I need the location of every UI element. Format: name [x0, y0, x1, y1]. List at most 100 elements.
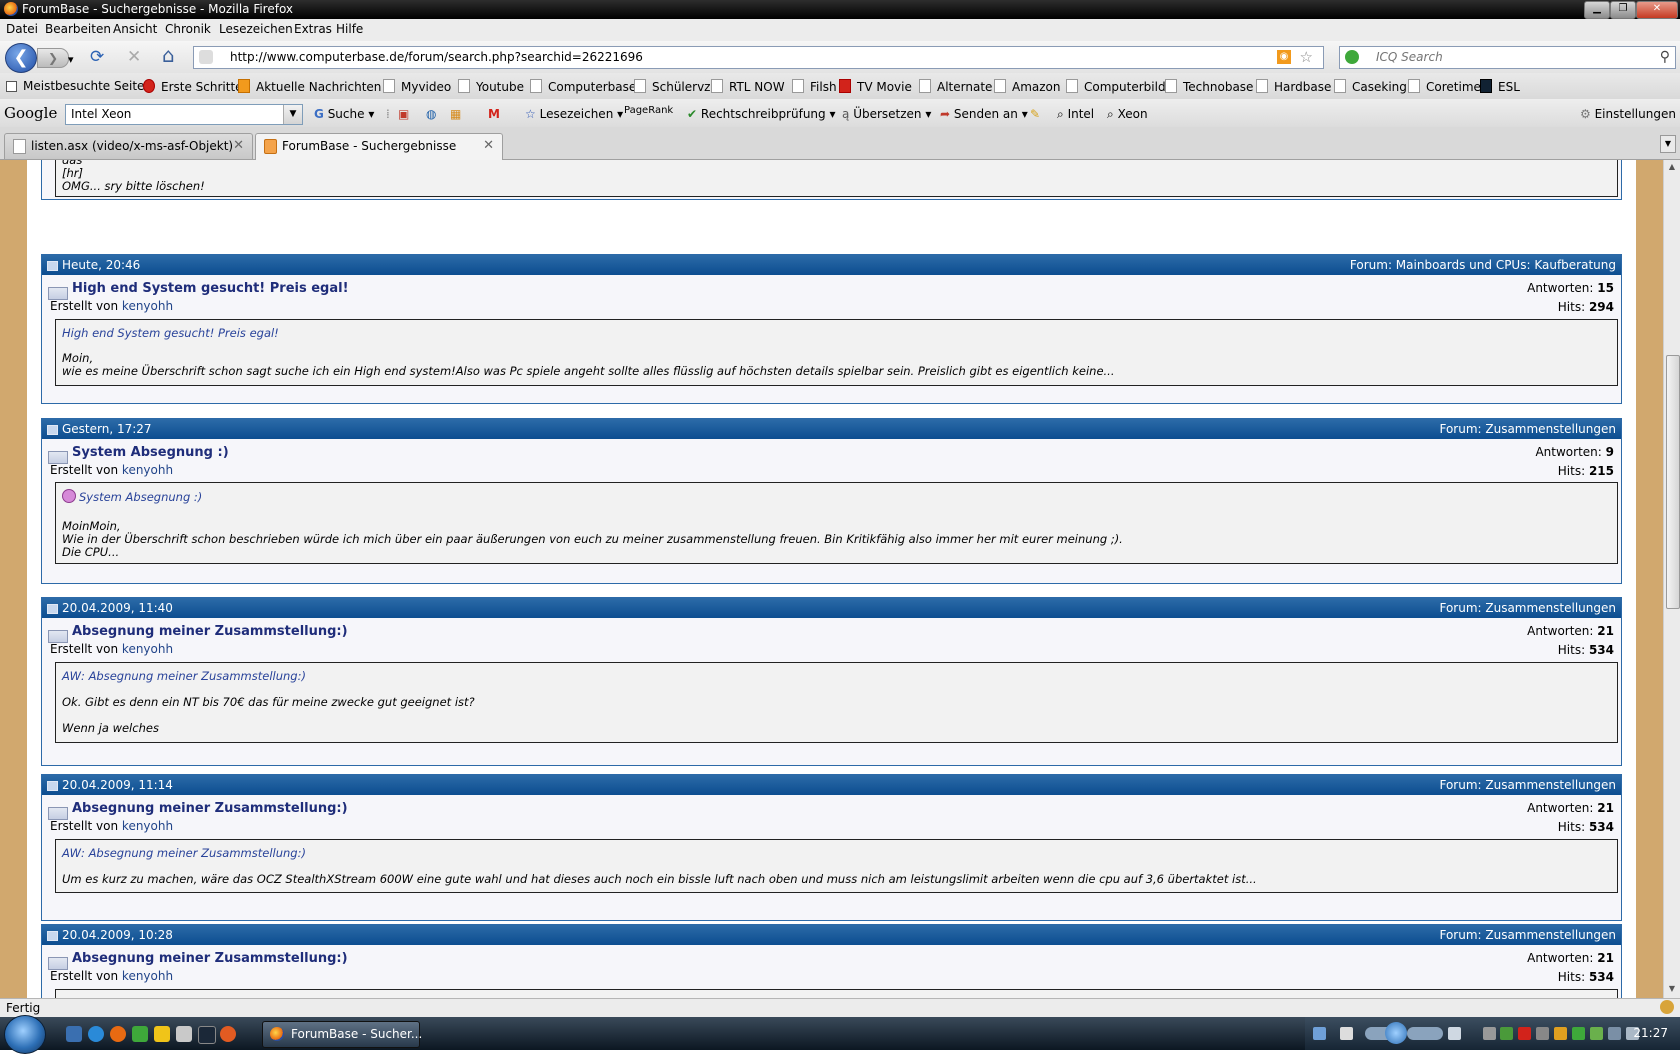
search-box[interactable]: ⚲ [1339, 46, 1676, 69]
show-desktop-icon[interactable] [66, 1026, 82, 1042]
translate-button[interactable]: ą Übersetzen ▾ [842, 107, 931, 121]
author-link[interactable]: kenyohh [122, 299, 173, 313]
tray-icon[interactable] [1500, 1027, 1513, 1040]
app-icon[interactable] [220, 1026, 236, 1042]
tab-forumbase[interactable]: ForumBase - Suchergebnisse ✕ [255, 133, 503, 160]
bookmark-item[interactable]: Filsh [792, 79, 837, 94]
bookmark-item[interactable]: Computerbase [530, 79, 636, 94]
post-forum-link[interactable]: Forum: Zusammenstellungen [1439, 928, 1616, 942]
steam-icon[interactable] [198, 1026, 216, 1044]
icq-icon[interactable] [132, 1026, 148, 1042]
menu-lesezeichen[interactable]: Lesezeichen [219, 22, 293, 36]
reload-icon[interactable]: ⟳ [90, 48, 104, 66]
tab-listen-asx[interactable]: listen.asx (video/x-ms-asf-Objekt) ✕ [4, 133, 253, 159]
tab-list-dropdown-icon[interactable]: ▼ [1660, 135, 1676, 153]
menu-extras[interactable]: Extras [294, 22, 332, 36]
bookmark-star-icon[interactable]: ☆ [1300, 48, 1313, 66]
bookmark-item[interactable]: TV Movie [839, 79, 912, 94]
bookmark-item[interactable]: RTL NOW [711, 79, 785, 94]
google-search-input[interactable] [71, 106, 271, 122]
send-to-button[interactable]: ➦ Senden an ▾ [940, 107, 1028, 121]
google-search-box[interactable]: ▼ [65, 104, 303, 125]
author-link[interactable]: kenyohh [122, 969, 173, 983]
thread-title-link[interactable]: Absegnung meiner Zusammstellung:) [72, 624, 348, 639]
menu-chronik[interactable]: Chronik [165, 22, 211, 36]
icq-tray-icon[interactable] [1572, 1027, 1585, 1040]
stop-icon[interactable]: ✕ [127, 48, 141, 66]
post-forum-link[interactable]: Forum: Zusammenstellungen [1439, 422, 1616, 436]
search-input[interactable] [1376, 49, 1636, 64]
media-control-icon[interactable] [1313, 1027, 1326, 1040]
thread-title-link[interactable]: System Absegnung :) [72, 445, 229, 460]
scrollbar-thumb[interactable] [1666, 355, 1680, 609]
close-tab-icon[interactable]: ✕ [483, 138, 494, 153]
tray-icon[interactable] [1536, 1027, 1549, 1040]
bookmark-item[interactable]: Meistbesuchte Seiten [6, 79, 152, 93]
bookmark-item[interactable]: Amazon [994, 79, 1061, 94]
highlighter-icon[interactable]: ✎ [1030, 107, 1040, 121]
volume-icon[interactable] [1448, 1027, 1461, 1040]
menu-datei[interactable]: Datei [6, 22, 38, 36]
bookmark-item[interactable]: Computerbild [1066, 79, 1166, 94]
bookmark-item[interactable]: Erste Schritte [143, 79, 243, 94]
chevron-down-icon[interactable]: ▼ [283, 105, 302, 124]
addon-status-icon[interactable] [1660, 1000, 1674, 1014]
scroll-up-icon[interactable]: ▲ [1666, 162, 1678, 174]
network-icon[interactable] [1590, 1027, 1603, 1040]
tray-icon[interactable] [1554, 1027, 1567, 1040]
close-button[interactable]: ✕ [1636, 1, 1678, 19]
google-search-button[interactable]: G Suche ▾ [314, 107, 374, 121]
search-term-intel[interactable]: ⌕ Intel [1057, 107, 1094, 122]
author-link[interactable]: kenyohh [122, 642, 173, 656]
bookmark-item[interactable]: Hardbase [1256, 79, 1331, 94]
firefox-icon[interactable] [110, 1026, 126, 1042]
spellcheck-button[interactable]: ✔ Rechtschreibprüfung ▾ [687, 107, 836, 121]
bookmark-item[interactable]: Coretime [1408, 79, 1481, 94]
google-bookmarks-button[interactable]: ☆ Lesezeichen ▾ [525, 107, 623, 121]
maximize-button[interactable]: ❐ [1610, 1, 1636, 19]
bookmark-item[interactable]: Schülervz [634, 79, 710, 94]
bookmark-item[interactable]: Aktuelle Nachrichten [238, 79, 381, 94]
apps-icon[interactable]: ▦ [450, 107, 461, 121]
url-text[interactable]: http://www.computerbase.de/forum/search.… [230, 50, 643, 64]
close-tab-icon[interactable]: ✕ [233, 138, 244, 153]
search-term-xeon[interactable]: ⌕ Xeon [1107, 107, 1148, 122]
internet-explorer-icon[interactable] [88, 1026, 104, 1042]
expand-tray-icon[interactable] [1483, 1027, 1496, 1040]
forward-button[interactable]: ❯ [37, 48, 69, 68]
stop-icon[interactable] [1340, 1027, 1353, 1040]
back-button[interactable]: ❮ [5, 43, 37, 73]
globe-icon[interactable]: ◍ [426, 107, 436, 121]
scroll-down-icon[interactable]: ▼ [1666, 984, 1678, 996]
start-button[interactable] [4, 1015, 46, 1054]
tray-icon[interactable] [1518, 1027, 1531, 1040]
media-player-icon[interactable] [154, 1026, 170, 1042]
bookmark-item[interactable]: Alternate [919, 79, 992, 94]
bookmark-item[interactable]: Myvideo [383, 79, 451, 94]
rss-feed-icon[interactable]: ◉ [1277, 50, 1291, 64]
home-icon[interactable]: ⌂ [162, 45, 175, 65]
author-link[interactable]: kenyohh [122, 463, 173, 477]
menu-ansicht[interactable]: Ansicht [113, 22, 157, 36]
post-forum-link[interactable]: Forum: Mainboards und CPUs: Kaufberatung [1350, 258, 1616, 272]
next-icon[interactable] [1407, 1027, 1443, 1040]
settings-button[interactable]: ⚙ Einstellungen ▾ [1580, 107, 1680, 121]
thread-title-link[interactable]: High end System gesucht! Preis egal! [72, 281, 349, 296]
menu-hilfe[interactable]: Hilfe [336, 22, 363, 36]
play-icon[interactable] [1385, 1022, 1407, 1044]
minimize-button[interactable]: ▁ [1584, 1, 1610, 19]
menu-bearbeiten[interactable]: Bearbeiten [45, 22, 111, 36]
news-icon[interactable]: ▣ [398, 107, 409, 121]
url-bar[interactable]: http://www.computerbase.de/forum/search.… [193, 46, 1324, 69]
bookmark-item[interactable]: Caseking [1334, 79, 1407, 94]
author-link[interactable]: kenyohh [122, 819, 173, 833]
thread-title-link[interactable]: Absegnung meiner Zusammstellung:) [72, 951, 348, 966]
thread-title-link[interactable]: Absegnung meiner Zusammstellung:) [72, 801, 348, 816]
bookmark-item[interactable]: Youtube [458, 79, 524, 94]
site-identity-icon[interactable] [199, 50, 213, 64]
clock[interactable]: 21:27 [1633, 1026, 1668, 1040]
explorer-icon[interactable] [176, 1026, 192, 1042]
tray-icon[interactable] [1608, 1027, 1621, 1040]
vertical-scrollbar[interactable]: ▲ ▼ [1663, 160, 1680, 998]
toolbar-icon[interactable]: ⁞ [386, 107, 390, 121]
